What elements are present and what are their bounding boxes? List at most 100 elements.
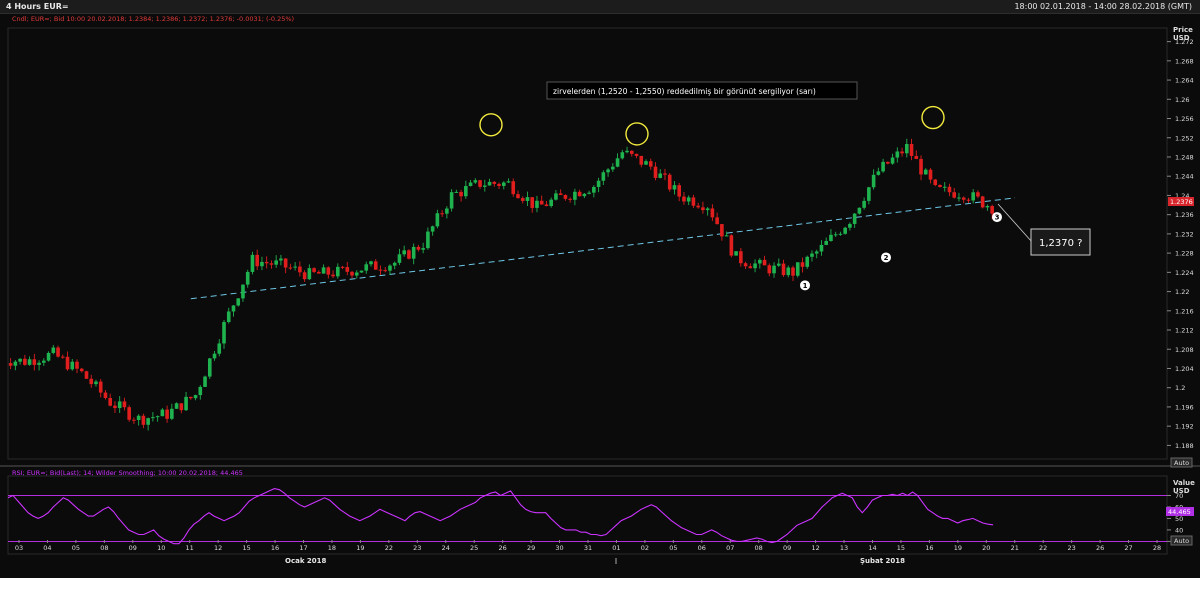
candle-body — [563, 194, 568, 199]
candle-body — [222, 322, 226, 344]
candle-body — [629, 150, 634, 154]
xtick-label: 02 — [641, 544, 649, 552]
candle-body — [611, 166, 615, 170]
candle-body — [312, 268, 316, 272]
candle-body — [876, 171, 881, 175]
xtick-label: 27 — [1124, 544, 1132, 552]
xtick-label: 23 — [413, 544, 421, 552]
marker-3-label: 3 — [995, 214, 1000, 222]
xtick-label: 19 — [954, 544, 962, 552]
candle-body — [710, 208, 715, 218]
candle-body — [767, 265, 772, 274]
xtick-label: 24 — [442, 544, 450, 552]
candle-body — [691, 197, 696, 206]
candle-body — [715, 217, 719, 225]
xtick-label: 06 — [698, 544, 706, 552]
candle-body — [250, 254, 255, 272]
candle-body — [388, 265, 392, 271]
candle-body — [819, 244, 824, 252]
candle-body — [378, 269, 383, 271]
candle-body — [881, 161, 885, 172]
candle-body — [245, 271, 250, 285]
candle-body — [421, 248, 425, 250]
candle-body — [961, 197, 966, 200]
candle-body — [701, 207, 705, 211]
candle-body — [482, 185, 487, 187]
price-ytick-label: 1.212 — [1175, 327, 1194, 335]
price-ytick-label: 1.26 — [1175, 96, 1189, 104]
candle-body — [914, 155, 919, 160]
candle-body — [677, 185, 682, 197]
rsi-auto-label: Auto — [1174, 537, 1189, 545]
date-range: 18:00 02.01.2018 - 14:00 28.02.2018 (GMT… — [1014, 2, 1192, 11]
candle-body — [601, 172, 606, 181]
candle-body — [302, 272, 307, 280]
candle-body — [464, 186, 468, 197]
xtick-label: 30 — [555, 544, 563, 552]
xtick-label: 20 — [982, 544, 990, 552]
candle-body — [795, 262, 800, 276]
candle-body — [810, 253, 814, 257]
candle-body — [648, 161, 653, 167]
candle-body — [132, 419, 136, 421]
candle-body — [298, 266, 302, 273]
candle-body — [800, 262, 805, 267]
candle-body — [426, 231, 430, 249]
candle-body — [966, 199, 971, 201]
candle-body — [79, 368, 84, 372]
xtick-label: 05 — [72, 544, 80, 552]
candle-body — [340, 266, 345, 268]
candle-body — [212, 353, 217, 359]
price-axis-title: Price — [1173, 26, 1193, 34]
candle-body — [269, 263, 274, 265]
candle-body — [985, 206, 990, 208]
candle-body — [449, 192, 454, 209]
candle-body — [459, 191, 463, 197]
marker-1-label: 1 — [803, 282, 808, 290]
candle-body — [739, 251, 743, 264]
price-ytick-label: 1.216 — [1175, 307, 1194, 315]
xtick-label: 13 — [840, 544, 848, 552]
xtick-label: 07 — [726, 544, 734, 552]
candle-body — [506, 181, 511, 183]
candle-body — [27, 359, 32, 365]
candle-body — [98, 381, 103, 393]
candle-body — [606, 169, 610, 173]
candle-body — [886, 161, 890, 164]
candle-body — [179, 403, 184, 411]
candle-body — [141, 415, 146, 425]
price-ytick-label: 1.188 — [1175, 442, 1194, 450]
candle-body — [354, 272, 359, 276]
month-label-ocak: Ocak 2018 — [285, 557, 327, 565]
candle-body — [440, 213, 444, 215]
candle-body — [990, 206, 994, 214]
candle-body — [487, 181, 492, 186]
xtick-label: 31 — [584, 544, 592, 552]
candle-body — [75, 361, 79, 369]
candle-body — [264, 261, 269, 264]
candle-body — [582, 193, 587, 197]
candle-body — [468, 182, 473, 187]
candle-body — [900, 151, 904, 154]
xtick-label: 25 — [470, 544, 478, 552]
resistance-circle — [921, 105, 945, 130]
resistance-circle — [479, 113, 503, 137]
candle-body — [103, 392, 108, 398]
candle-body — [644, 161, 648, 165]
candle-body — [672, 185, 677, 190]
target-text: 1,2370 ? — [1039, 238, 1082, 249]
candle-body — [136, 415, 141, 420]
candle-body — [554, 193, 558, 200]
candle-body — [117, 401, 122, 409]
xtick-label: 23 — [1068, 544, 1076, 552]
candle-body — [573, 191, 577, 200]
chart-svg: 1.188 1.192 1.196 1.2 1.204 1.208 1.212 1.216 1.… — [0, 15, 1200, 565]
candle-body — [260, 261, 264, 267]
candle-body — [217, 343, 222, 354]
candle-body — [535, 200, 539, 208]
candle-body — [94, 381, 98, 385]
candle-body — [942, 186, 947, 188]
candle-body — [193, 395, 198, 399]
candle-body — [65, 356, 70, 370]
candle-body — [705, 208, 710, 211]
